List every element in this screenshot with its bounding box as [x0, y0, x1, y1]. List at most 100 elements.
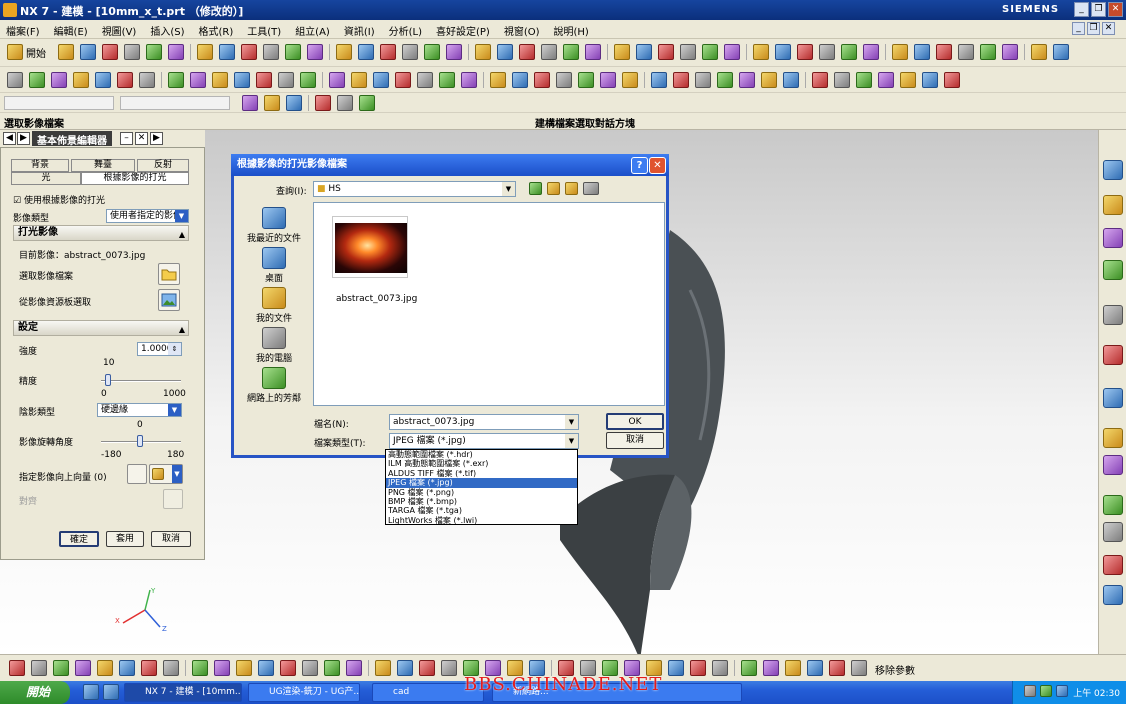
- rotate-icon[interactable]: [285, 44, 302, 60]
- menu-item[interactable]: 編輯(E): [54, 23, 88, 38]
- redo-icon[interactable]: [95, 72, 111, 88]
- rotation-slider-thumb[interactable]: [137, 435, 143, 447]
- ok-button[interactable]: 確定: [59, 531, 99, 547]
- wireframe-icon[interactable]: [234, 72, 250, 88]
- part-nav-icon[interactable]: [1103, 228, 1123, 248]
- image-group-header[interactable]: 打光影像 ▲: [13, 225, 189, 241]
- use-image-lighting-checkbox[interactable]: ☑ 使用根據影像的打光: [13, 193, 105, 206]
- save-icon[interactable]: [102, 44, 119, 60]
- new-file-icon[interactable]: [753, 44, 770, 60]
- zoom-icon[interactable]: [834, 72, 850, 88]
- zoom-icon[interactable]: [958, 44, 975, 60]
- cut-icon[interactable]: [695, 72, 711, 88]
- task-nx[interactable]: NX 7 - 建模 - [10mm...: [124, 683, 242, 702]
- filename-input[interactable]: abstract_0073.jpg ▼: [389, 414, 579, 430]
- rotate-icon[interactable]: [192, 660, 208, 676]
- command-finder-icon[interactable]: [141, 660, 157, 676]
- cancel-button[interactable]: 取消: [151, 531, 191, 547]
- menu-item[interactable]: 插入(S): [150, 23, 184, 38]
- settings-group-header[interactable]: 設定 ▲: [13, 320, 189, 336]
- camera-icon[interactable]: [724, 44, 741, 60]
- tab-image-lighting[interactable]: 根據影像的打光: [81, 172, 189, 185]
- new-file-icon[interactable]: [58, 44, 75, 60]
- selection-scope-combo[interactable]: [120, 96, 230, 110]
- image-type-select[interactable]: 使用者指定的影像 ▼: [106, 209, 189, 223]
- file-name-label[interactable]: abstract_0073.jpg: [336, 294, 417, 304]
- dialog-ok-button[interactable]: OK: [606, 413, 664, 430]
- shell-icon[interactable]: [490, 72, 506, 88]
- place-desktop[interactable]: 桌面: [240, 247, 308, 284]
- redo-icon[interactable]: [807, 660, 823, 676]
- pan-icon[interactable]: [307, 44, 324, 60]
- place-network[interactable]: 網路上的芳鄰: [240, 367, 308, 404]
- cut-icon[interactable]: [31, 660, 47, 676]
- undo-icon[interactable]: [73, 72, 89, 88]
- dialog-close-button[interactable]: ✕: [649, 157, 666, 174]
- redo-icon[interactable]: [219, 44, 236, 60]
- view-menu-icon[interactable]: [583, 182, 599, 195]
- copy-icon[interactable]: [29, 72, 45, 88]
- up-folder-icon[interactable]: [547, 182, 560, 195]
- pan-icon[interactable]: [214, 660, 230, 676]
- undo-icon[interactable]: [197, 44, 214, 60]
- vector-dialog-icon[interactable]: [127, 464, 147, 484]
- blend-icon[interactable]: [441, 660, 457, 676]
- doc-close-button[interactable]: ✕: [1102, 22, 1115, 35]
- redo-icon[interactable]: [914, 44, 931, 60]
- command-finder-icon[interactable]: [117, 72, 133, 88]
- cut-icon[interactable]: [712, 660, 728, 676]
- place-my-documents[interactable]: 我的文件: [240, 287, 308, 324]
- new-file-icon[interactable]: [622, 72, 638, 88]
- datum-icon[interactable]: [329, 72, 345, 88]
- zoom-icon[interactable]: [163, 660, 179, 676]
- manufacturing-icon[interactable]: [1103, 555, 1123, 575]
- assembly-nav-icon[interactable]: [1103, 160, 1123, 180]
- hole-icon[interactable]: [461, 72, 477, 88]
- shaded-icon[interactable]: [236, 660, 252, 676]
- filetype-option[interactable]: JPEG 檔案 (*.jpg): [386, 478, 577, 488]
- shaded-icon[interactable]: [1031, 44, 1048, 60]
- material-icon[interactable]: [702, 44, 719, 60]
- filetype-option[interactable]: ILM 高動態範圍檔案 (*.exr): [386, 459, 577, 468]
- command-finder-icon[interactable]: [829, 660, 845, 676]
- filetype-option[interactable]: BMP 檔案 (*.bmp): [386, 497, 577, 506]
- precision-slider-thumb[interactable]: [105, 374, 111, 386]
- start-button[interactable]: 開始: [0, 681, 70, 704]
- analysis-icon[interactable]: [534, 72, 550, 88]
- point-icon[interactable]: [424, 44, 441, 60]
- chamfer-icon[interactable]: [563, 44, 580, 60]
- place-my-computer[interactable]: 我的電腦: [240, 327, 308, 364]
- nav-back-button[interactable]: ◀: [3, 132, 16, 145]
- zoom-icon[interactable]: [851, 660, 867, 676]
- copy-icon[interactable]: [841, 44, 858, 60]
- revolve-icon[interactable]: [419, 660, 435, 676]
- nav-next-button[interactable]: ▶: [150, 132, 163, 145]
- open-folder-icon[interactable]: [775, 44, 792, 60]
- lookin-select[interactable]: ■ HS ▼: [313, 181, 516, 197]
- precision-slider-track[interactable]: [101, 380, 181, 382]
- process-studio-icon[interactable]: [1103, 428, 1123, 448]
- assembly-nav-icon[interactable]: [1103, 585, 1123, 605]
- filetype-option[interactable]: 高動態範圍檔案 (*.hdr): [386, 450, 577, 459]
- wireframe-icon[interactable]: [922, 72, 938, 88]
- filetype-option[interactable]: ALDUS TIFF 檔案 (*.tif): [386, 469, 577, 478]
- filetype-option[interactable]: TARGA 檔案 (*.tga): [386, 506, 577, 515]
- copy-icon[interactable]: [717, 72, 733, 88]
- light-icon[interactable]: [680, 44, 697, 60]
- paste-icon[interactable]: [763, 660, 779, 676]
- revolve-icon[interactable]: [395, 72, 411, 88]
- hole-icon[interactable]: [585, 44, 602, 60]
- type-filter-combo[interactable]: [4, 96, 114, 110]
- reuse-library-icon[interactable]: [1103, 260, 1123, 280]
- sketch-icon[interactable]: [475, 44, 492, 60]
- copy-icon[interactable]: [146, 44, 163, 60]
- shadow-type-select[interactable]: 硬邊緣 ▼: [97, 403, 182, 417]
- save-icon[interactable]: [9, 660, 25, 676]
- shaded-icon[interactable]: [212, 72, 228, 88]
- save-icon[interactable]: [673, 72, 689, 88]
- tray-network-icon[interactable]: [1024, 685, 1036, 697]
- place-recent[interactable]: 我最近的文件: [240, 207, 308, 244]
- web-browser-icon[interactable]: [1103, 305, 1123, 325]
- nav-close-button[interactable]: ✕: [135, 132, 148, 145]
- cut-icon[interactable]: [7, 72, 23, 88]
